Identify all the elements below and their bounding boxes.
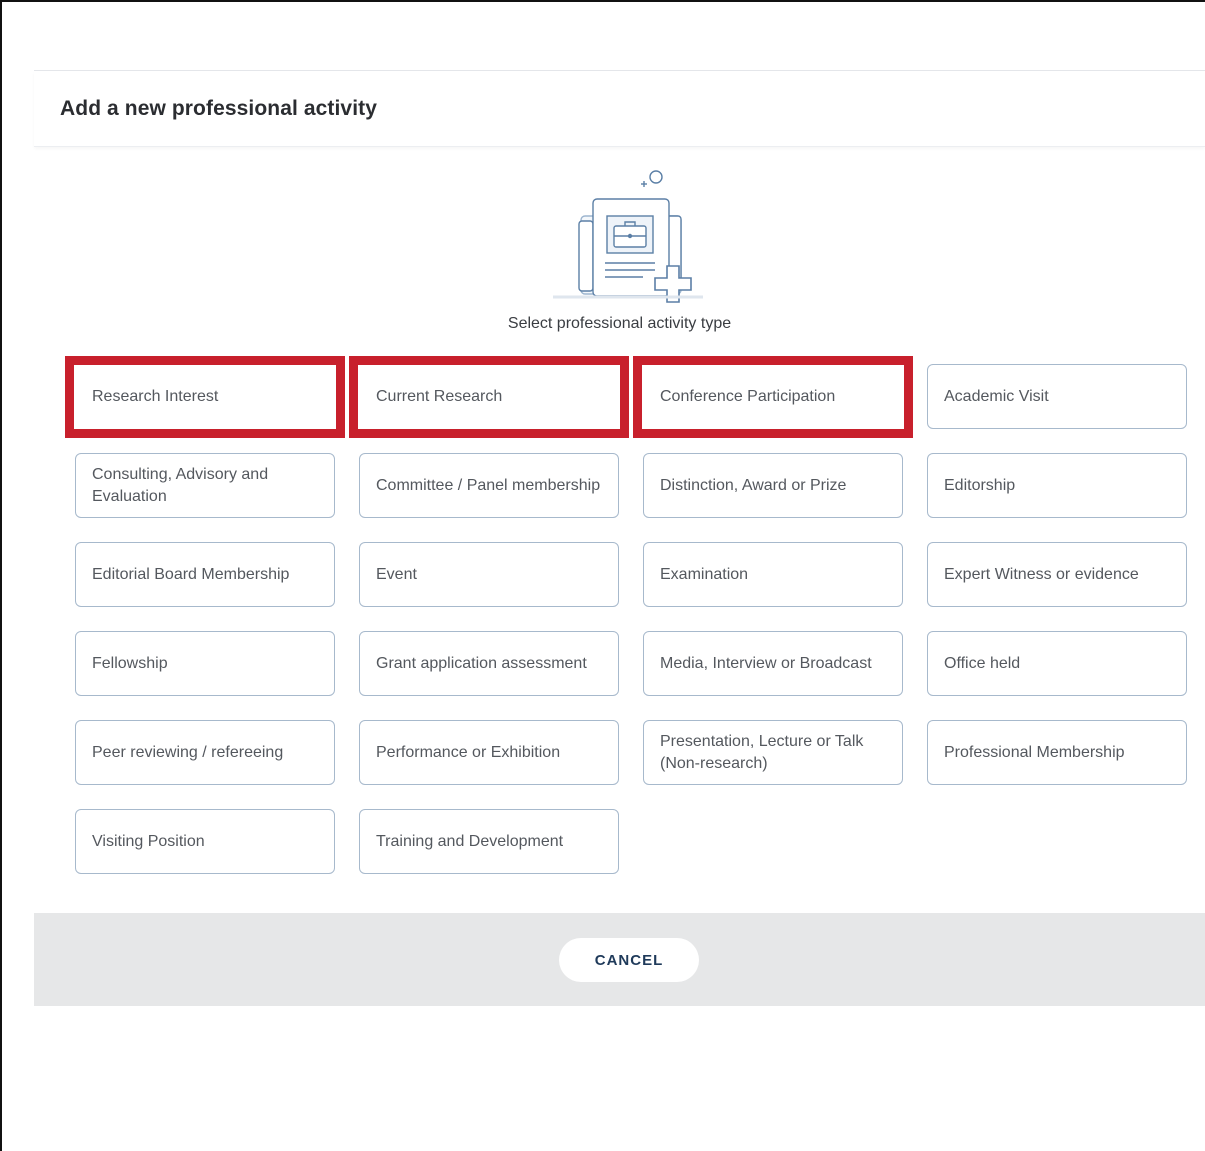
activity-type-tile[interactable]: Committee / Panel membership (359, 453, 619, 518)
document-briefcase-plus-icon (539, 166, 745, 306)
activity-type-label: Event (376, 565, 417, 583)
activity-type-label: Examination (660, 565, 749, 583)
activity-type-grid: Research Interest Current Research Confere… (65, 356, 1187, 874)
activity-type-tile[interactable]: Grant application assessment (359, 631, 619, 696)
activity-type-tile[interactable]: Training and Development (359, 809, 619, 874)
activity-type-label: Research Interest (92, 387, 219, 405)
activity-type-tile[interactable]: Examination (643, 542, 903, 607)
modal-footer: CANCEL (34, 913, 1205, 1006)
activity-type-label: Peer reviewing / refereeing (92, 743, 284, 761)
activity-type-label: Grant application assessment (376, 654, 587, 672)
activity-type-tile[interactable]: Current Research (349, 356, 629, 438)
modal-header: Add a new professional activity (34, 71, 1205, 147)
activity-type-label: Fellowship (92, 654, 168, 672)
activity-type-tile[interactable]: Editorial Board Membership (75, 542, 335, 607)
activity-type-tile[interactable]: Conference Participation (633, 356, 913, 438)
activity-type-label: Current Research (376, 387, 503, 405)
activity-type-label: Expert Witness or evidence (944, 565, 1139, 583)
activity-type-label: Distinction, Award or Prize (660, 476, 847, 494)
activity-type-label: Performance or Exhibition (376, 743, 561, 761)
activity-type-label: Committee / Panel membership (376, 476, 601, 494)
activity-type-tile[interactable]: Expert Witness or evidence (927, 542, 1187, 607)
activity-type-label: Professional Membership (944, 743, 1125, 761)
activity-type-tile[interactable]: Event (359, 542, 619, 607)
activity-type-label: Office held (944, 654, 1021, 672)
activity-type-prompt: Select professional activity type (507, 315, 732, 332)
activity-type-tile[interactable]: Distinction, Award or Prize (643, 453, 903, 518)
activity-type-label: Editorial Board Membership (92, 565, 290, 583)
activity-type-tile[interactable]: Academic Visit (927, 364, 1187, 429)
activity-type-label: Consulting, Advisory and Evaluation (92, 465, 269, 505)
activity-type-label: Editorship (944, 476, 1016, 494)
activity-type-tile[interactable]: Professional Membership (927, 720, 1187, 785)
activity-type-label: Conference Participation (660, 387, 836, 405)
cancel-button[interactable]: CANCEL (559, 938, 699, 982)
add-activity-modal: Add a new professional activity Select p… (34, 70, 1205, 1006)
activity-type-tile[interactable]: Editorship (927, 453, 1187, 518)
activity-type-tile[interactable]: Peer reviewing / refereeing (75, 720, 335, 785)
activity-type-tile[interactable]: Performance or Exhibition (359, 720, 619, 785)
activity-type-label: Training and Development (376, 832, 564, 850)
activity-type-tile[interactable]: Presentation, Lecture or Talk (Non-resea… (643, 720, 903, 785)
activity-type-tile[interactable]: Visiting Position (75, 809, 335, 874)
activity-type-label: Visiting Position (92, 832, 205, 850)
activity-type-label: Presentation, Lecture or Talk (Non-resea… (660, 732, 864, 772)
activity-type-tile[interactable]: Consulting, Advisory and Evaluation (75, 453, 335, 518)
activity-type-tile[interactable]: Fellowship (75, 631, 335, 696)
activity-type-label: Academic Visit (944, 387, 1049, 405)
modal-title: Add a new professional activity (60, 96, 378, 120)
activity-type-tile[interactable]: Media, Interview or Broadcast (643, 631, 903, 696)
activity-type-tile[interactable]: Research Interest (65, 356, 345, 438)
activity-type-tile[interactable]: Office held (927, 631, 1187, 696)
activity-type-label: Media, Interview or Broadcast (660, 654, 872, 672)
